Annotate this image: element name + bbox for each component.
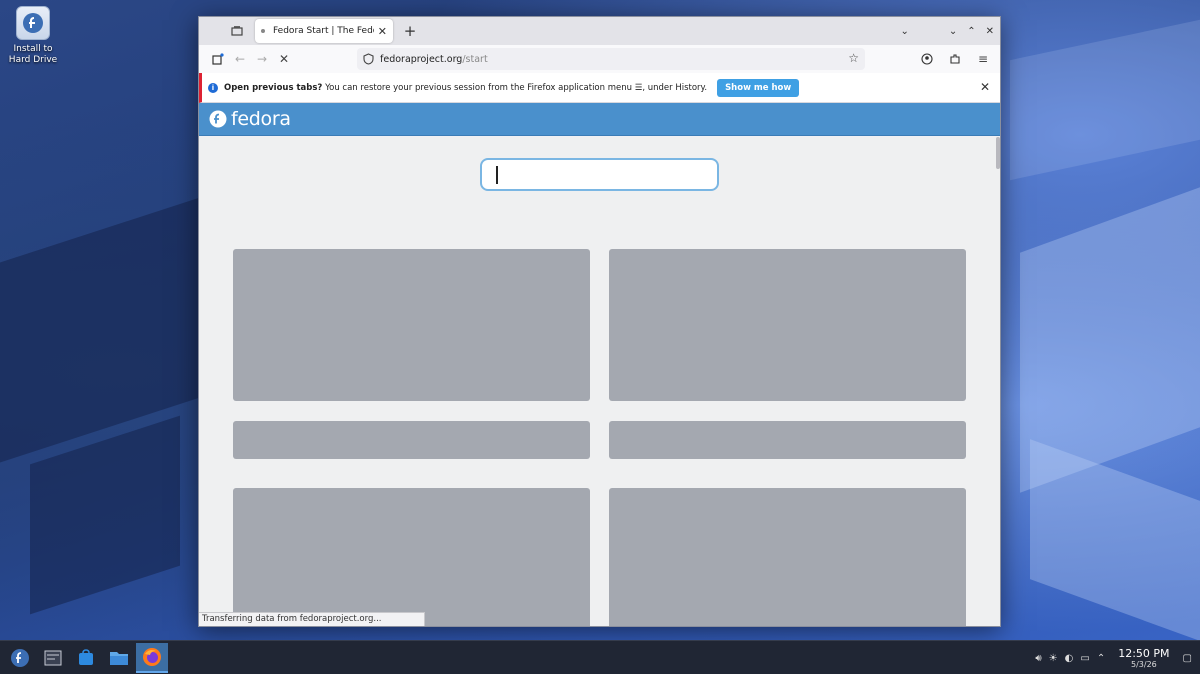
text-caret bbox=[496, 166, 498, 184]
notification-text: You can restore your previous session fr… bbox=[322, 82, 708, 93]
window-controls: ⌄ ⌄ ⌃ ✕ bbox=[900, 17, 994, 45]
back-icon[interactable]: ← bbox=[229, 48, 251, 70]
wallpaper-shape bbox=[1030, 439, 1200, 641]
network-icon[interactable]: ◐ bbox=[1065, 653, 1074, 664]
account-icon[interactable] bbox=[916, 48, 938, 70]
system-settings-icon[interactable] bbox=[37, 643, 69, 673]
fedora-logo-icon[interactable] bbox=[209, 110, 227, 128]
url-path: /start bbox=[462, 53, 488, 65]
placeholder-card bbox=[609, 488, 966, 626]
system-tray: 🔊︎ ☀ ◐ ▭ ⌃ 12:50 PM 5/3/26 ▢ bbox=[1035, 641, 1192, 674]
taskbar: 🔊︎ ☀ ◐ ▭ ⌃ 12:50 PM 5/3/26 ▢ bbox=[0, 640, 1200, 674]
toolbar-right: ≡ bbox=[916, 48, 994, 70]
firefox-taskbar-icon[interactable] bbox=[136, 642, 168, 673]
tab-close-icon[interactable]: ✕ bbox=[378, 25, 387, 38]
stop-icon[interactable]: ✕ bbox=[273, 48, 295, 70]
minimize-icon[interactable]: ⌄ bbox=[949, 26, 957, 37]
clock-time: 12:50 PM bbox=[1118, 647, 1170, 660]
sidebar-icon[interactable] bbox=[207, 48, 229, 70]
scrollbar-thumb[interactable] bbox=[996, 137, 1000, 169]
application-launcher-icon[interactable] bbox=[4, 643, 36, 673]
placeholder-card bbox=[233, 421, 590, 459]
menu-icon[interactable]: ≡ bbox=[972, 48, 994, 70]
placeholder-card bbox=[233, 488, 590, 626]
placeholder-card bbox=[609, 249, 966, 401]
install-to-hard-drive-icon[interactable]: Install to Hard Drive bbox=[4, 6, 62, 66]
fedora-brand-text[interactable]: fedora bbox=[231, 108, 291, 130]
extensions-icon[interactable] bbox=[944, 48, 966, 70]
close-window-icon[interactable]: ✕ bbox=[986, 26, 994, 37]
browser-window: Fedora Start | The Fedora ✕ + ⌄ ⌄ ⌃ ✕ ← … bbox=[198, 16, 1001, 627]
url-text: fedoraproject.org/start bbox=[380, 54, 488, 65]
volume-icon[interactable]: 🔊︎ bbox=[1035, 653, 1041, 664]
tab-loading-icon bbox=[261, 29, 265, 33]
wallpaper-shape bbox=[1010, 19, 1200, 181]
placeholder-card bbox=[233, 249, 590, 401]
list-all-tabs-icon[interactable] bbox=[225, 19, 249, 43]
info-icon: i bbox=[208, 82, 218, 93]
forward-icon[interactable]: → bbox=[251, 48, 273, 70]
maximize-icon[interactable]: ⌃ bbox=[967, 26, 975, 37]
search-input[interactable] bbox=[480, 158, 719, 191]
bookmark-star-icon[interactable]: ☆ bbox=[848, 51, 859, 65]
software-center-icon[interactable] bbox=[70, 643, 102, 673]
shield-icon[interactable] bbox=[363, 53, 374, 65]
clock[interactable]: 12:50 PM 5/3/26 bbox=[1118, 647, 1169, 669]
url-host: fedoraproject.org bbox=[380, 53, 463, 65]
nav-bar: ← → ✕ fedoraproject.org/start ☆ ≡ bbox=[199, 45, 1000, 73]
tab-title: Fedora Start | The Fedora bbox=[273, 26, 374, 36]
new-tab-icon[interactable]: + bbox=[401, 22, 419, 40]
page-content bbox=[199, 137, 1000, 626]
notification-close-icon[interactable]: ✕ bbox=[980, 80, 990, 94]
display-icon[interactable]: ▭ bbox=[1080, 653, 1089, 664]
brightness-icon[interactable]: ☀ bbox=[1049, 653, 1058, 664]
show-desktop-icon[interactable]: ▢ bbox=[1183, 653, 1192, 664]
clock-date: 5/3/26 bbox=[1131, 660, 1157, 669]
wallpaper-shape bbox=[30, 415, 180, 615]
fedora-installer-icon bbox=[16, 6, 50, 40]
notification-bold-text: Open previous tabs? bbox=[224, 82, 323, 93]
tab-fedora-start[interactable]: Fedora Start | The Fedora ✕ bbox=[255, 19, 393, 43]
status-bar: Transferring data from fedoraproject.org… bbox=[199, 612, 425, 626]
chevron-down-icon[interactable]: ⌄ bbox=[900, 26, 908, 37]
placeholder-card bbox=[609, 421, 966, 459]
desktop-icon-label: Install to Hard Drive bbox=[8, 44, 58, 65]
file-manager-icon[interactable] bbox=[103, 643, 135, 673]
tab-bar: Fedora Start | The Fedora ✕ + ⌄ ⌄ ⌃ ✕ bbox=[199, 17, 1000, 45]
address-bar[interactable]: fedoraproject.org/start ☆ bbox=[357, 48, 865, 70]
show-hidden-icons-icon[interactable]: ⌃ bbox=[1097, 653, 1105, 664]
notification-message: Open previous tabs? You can restore your… bbox=[224, 83, 707, 93]
fedora-header: fedora bbox=[199, 103, 1000, 136]
show-me-how-button[interactable]: Show me how bbox=[717, 78, 800, 97]
restore-session-notification: i Open previous tabs? You can restore yo… bbox=[199, 73, 1000, 103]
